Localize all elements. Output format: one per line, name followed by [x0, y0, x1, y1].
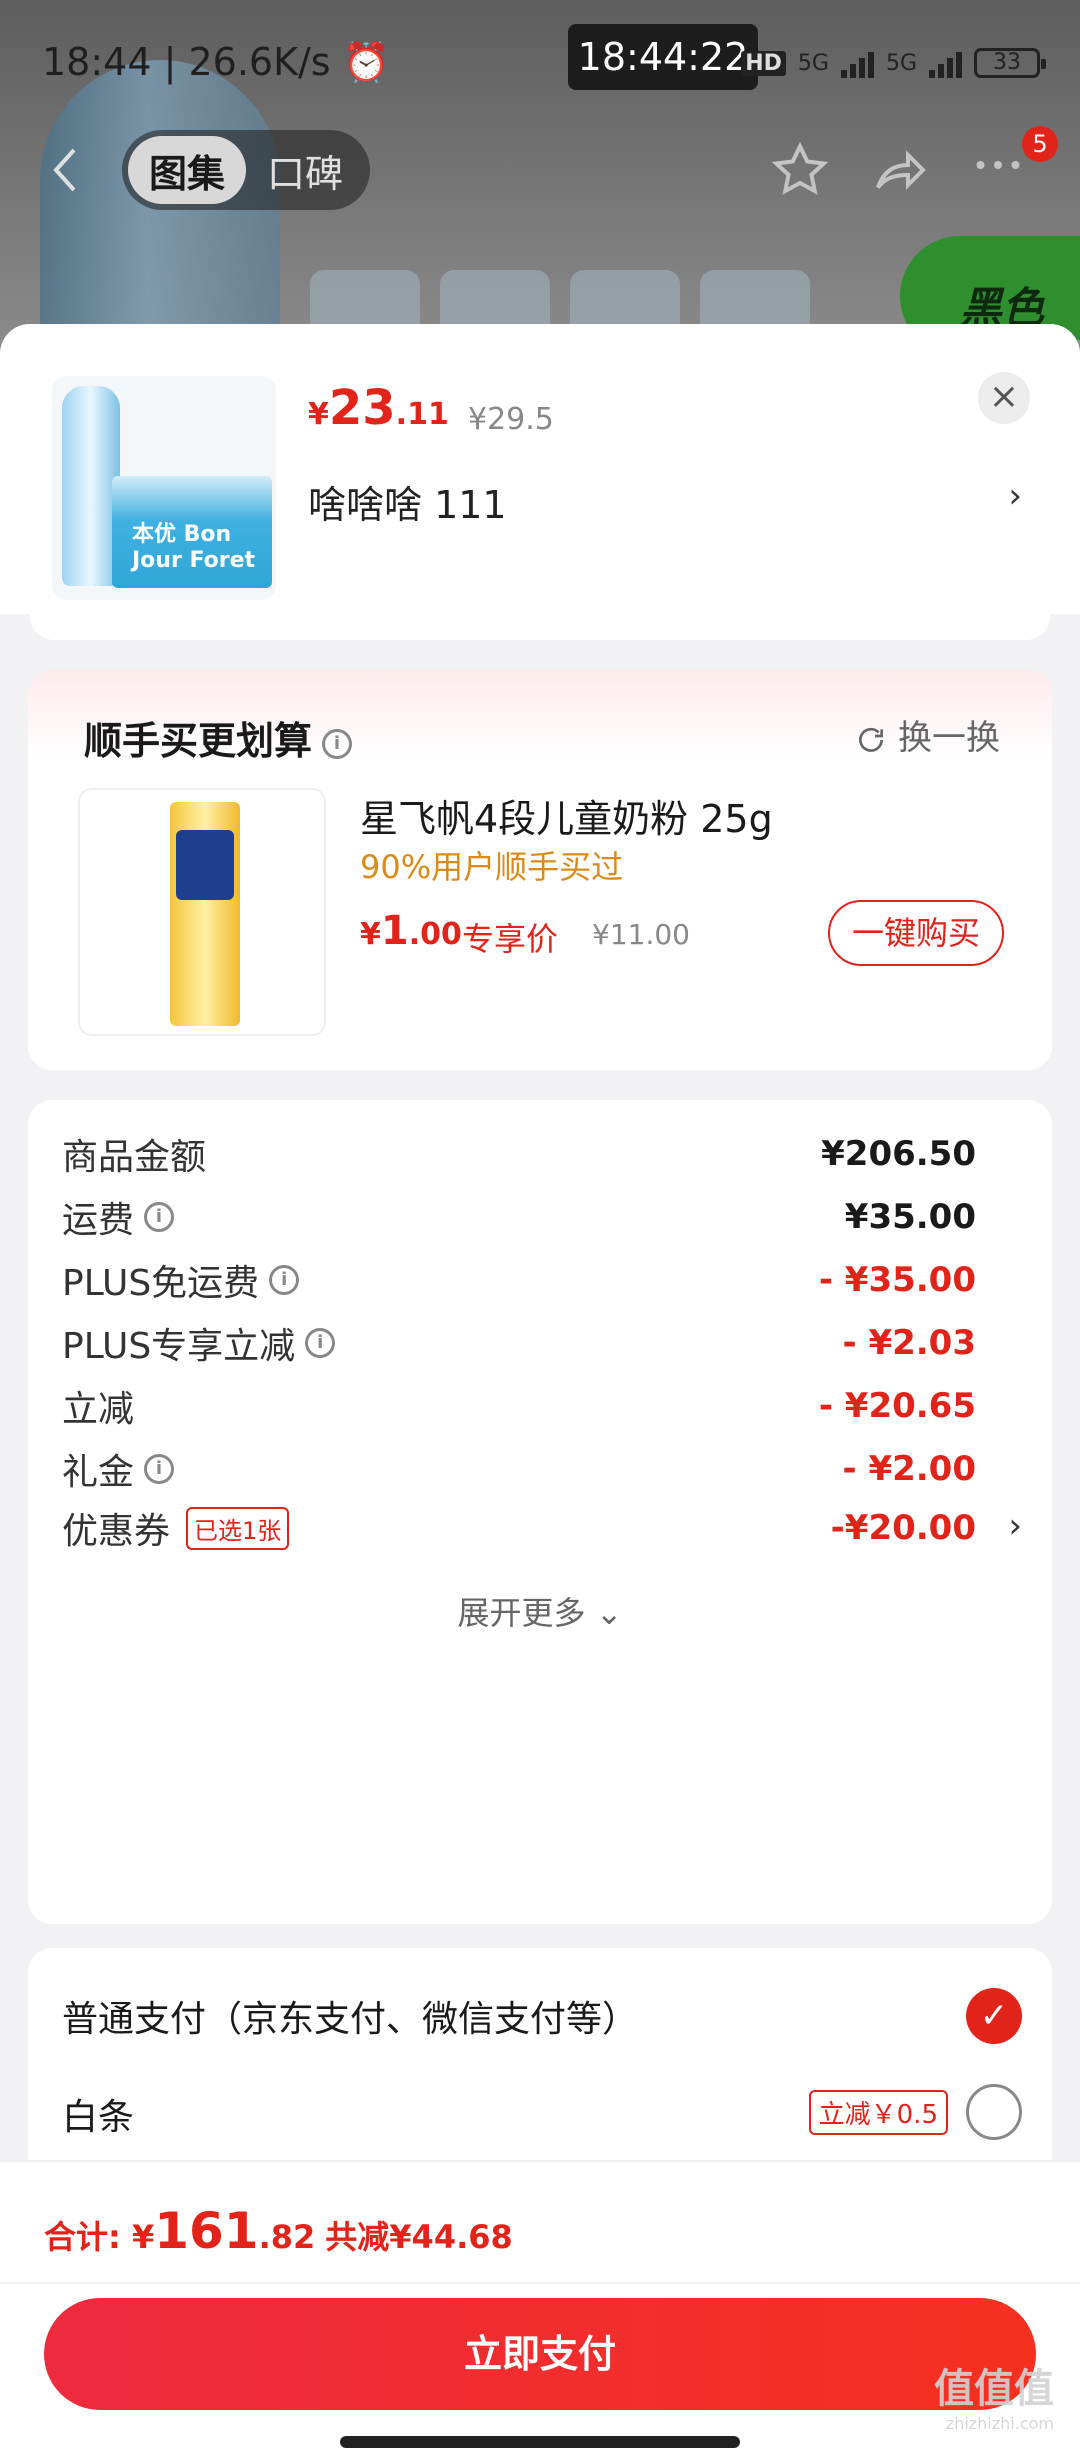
- info-icon[interactable]: i: [269, 1265, 300, 1295]
- pay-now-button[interactable]: 立即支付: [44, 2298, 1036, 2410]
- addon-tag: 90%用户顺手买过: [360, 848, 624, 886]
- tab-gallery[interactable]: 图集: [128, 136, 246, 204]
- order-total: 合计: ¥161.82 共减¥44.68: [44, 2202, 513, 2260]
- amount-row: 商品金额 ¥206.50: [62, 1134, 976, 1178]
- baitiao-radio[interactable]: [966, 2084, 1022, 2140]
- close-button[interactable]: ×: [978, 372, 1030, 424]
- home-indicator[interactable]: [340, 2436, 740, 2448]
- tab-switcher: 图集 口碑: [122, 130, 370, 210]
- total-bar: 合计: ¥161.82 共减¥44.68: [0, 2160, 1080, 2284]
- tab-reviews[interactable]: 口碑: [246, 136, 364, 204]
- info-icon[interactable]: i: [144, 1454, 175, 1484]
- status-left: 18:44 | 26.6K/s ⏰: [42, 40, 390, 84]
- addon-card: 顺手买更划算 i 换一换 星飞帆4段儿童奶粉 25g 90%用户顺手买过 ¥1.0…: [28, 670, 1052, 1070]
- info-icon[interactable]: i: [322, 728, 353, 759]
- addon-original-price: ¥11.00: [592, 918, 690, 951]
- amount-row: PLUS专享立减 i - ¥2.03: [62, 1323, 976, 1367]
- chevron-down-icon: ⌄: [595, 1594, 623, 1632]
- one-click-buy-button[interactable]: 一键购买: [828, 900, 1004, 966]
- addon-product-name[interactable]: 星飞帆4段儿童奶粉 25g: [360, 788, 773, 843]
- signal-icon: [929, 48, 962, 78]
- net-label-1: 5G: [797, 50, 829, 76]
- watermark: 值值值 zhizhizhi.com: [934, 2366, 1054, 2433]
- checkout-sheet: 本优 Bon Jour Foret ¥23.11 ¥29.5 啥啥啥 111 ›…: [0, 324, 1080, 2460]
- swap-button[interactable]: 换一换: [855, 710, 1000, 759]
- back-icon[interactable]: [50, 146, 80, 205]
- amount-row: 礼金 i - ¥2.00: [62, 1449, 976, 1493]
- refresh-icon: [859, 727, 884, 752]
- top-nav: 图集 口碑 5: [0, 126, 1080, 216]
- product-header: 本优 Bon Jour Foret ¥23.11 ¥29.5 啥啥啥 111 ›…: [0, 324, 1080, 614]
- normal-pay-check-icon[interactable]: ✓: [966, 1988, 1022, 2044]
- payment-card: 普通支付（京东支付、微信支付等） ✓ 白条 立减￥0.5: [28, 1948, 1052, 2188]
- addon-title: 顺手买更划算 i: [84, 710, 353, 765]
- expand-more-button[interactable]: 展开更多 ⌄: [28, 1588, 1052, 1634]
- share-icon[interactable]: [868, 140, 928, 212]
- status-bar: 18:44 | 26.6K/s ⏰ 18:44:22 HD 5G 5G 33: [0, 0, 1080, 130]
- more-icon[interactable]: [968, 130, 1028, 202]
- baitiao-label[interactable]: 白条: [62, 2088, 134, 2140]
- total-saved: 共减¥44.68: [325, 2218, 513, 2256]
- spec-chevron-icon[interactable]: ›: [1008, 476, 1022, 516]
- net-label-2: 5G: [885, 50, 917, 76]
- exclusive-price-label: 专享价: [462, 920, 559, 958]
- coupon-selected-tag: 已选1张: [186, 1506, 290, 1550]
- header-divider: [30, 614, 1050, 640]
- bottom-bar: 合计: ¥161.82 共减¥44.68 立即支付 值值值 zhizhizhi.c…: [0, 2160, 1080, 2460]
- star-icon[interactable]: [770, 140, 830, 212]
- signal-icon: [840, 48, 874, 78]
- battery-icon: 33: [974, 48, 1046, 78]
- addon-product-image[interactable]: [78, 788, 326, 1036]
- status-icons: HD 5G 5G 33: [741, 48, 1046, 78]
- notification-badge: 5: [1022, 126, 1058, 162]
- product-spec[interactable]: 啥啥啥 111: [308, 474, 507, 529]
- addon-price: ¥1.00: [360, 908, 462, 954]
- amount-row: 运费 i ¥35.00: [62, 1197, 976, 1241]
- normal-pay-label[interactable]: 普通支付（京东支付、微信支付等）: [62, 1990, 638, 2042]
- amount-row: PLUS免运费 i - ¥35.00: [62, 1260, 976, 1304]
- product-image: 本优 Bon Jour Foret: [52, 376, 276, 600]
- coupon-chevron-icon[interactable]: ›: [1008, 1506, 1022, 1546]
- milk-stick-label: [176, 830, 234, 900]
- water-pack-image: 本优 Bon Jour Foret: [112, 476, 272, 588]
- info-icon[interactable]: i: [144, 1202, 175, 1232]
- baitiao-promo-tag: 立减￥0.5: [808, 2090, 948, 2135]
- screen-record-time: 18:44:22: [568, 24, 758, 90]
- coupon-row[interactable]: 优惠券 已选1张 -¥20.00: [62, 1498, 976, 1558]
- amount-card: 商品金额 ¥206.50 运费 i ¥35.00 PLUS免运费 i - ¥35.0…: [28, 1100, 1052, 1924]
- product-price: ¥23.11: [308, 380, 449, 436]
- amount-row: 立减 - ¥20.65: [62, 1386, 976, 1430]
- info-icon[interactable]: i: [305, 1328, 336, 1358]
- hd-icon: HD: [741, 50, 786, 76]
- product-original-price: ¥29.5: [468, 402, 554, 437]
